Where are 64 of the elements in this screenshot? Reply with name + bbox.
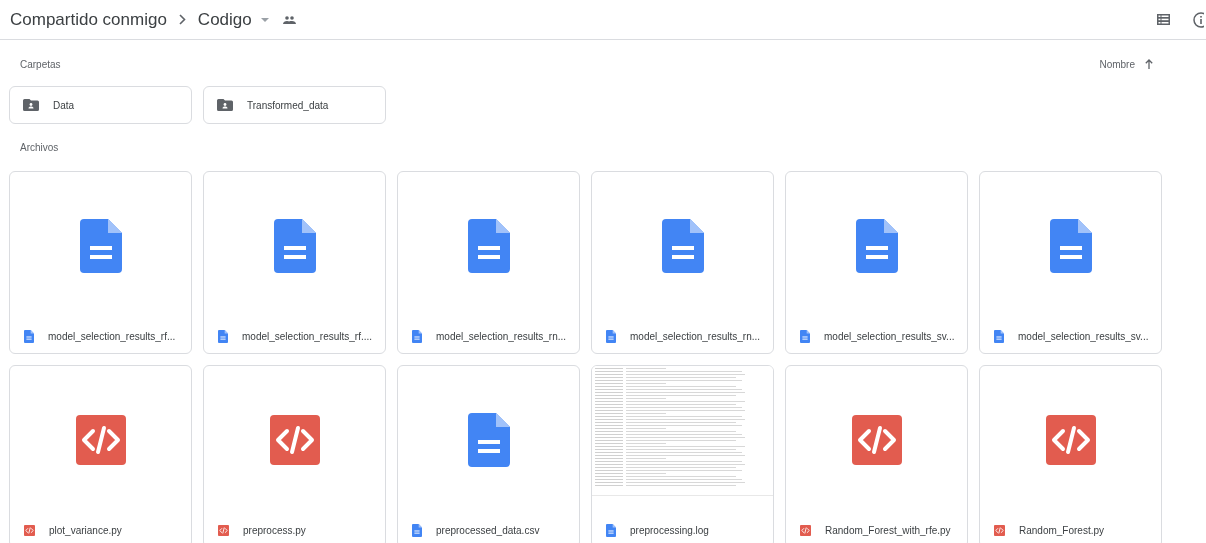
file-card[interactable]: plot_variance.py xyxy=(9,365,192,543)
document-icon xyxy=(855,218,898,273)
document-icon xyxy=(994,329,1004,343)
document-icon xyxy=(800,329,810,343)
document-icon xyxy=(606,523,616,537)
document-icon xyxy=(1049,218,1092,273)
folder-card[interactable]: Transformed_data xyxy=(203,86,386,124)
code-icon xyxy=(1045,414,1096,465)
chevron-right-icon xyxy=(178,14,186,25)
file-card[interactable]: preprocessing.log xyxy=(591,365,774,543)
file-name: preprocess.py xyxy=(243,523,306,538)
folder-card[interactable]: Data xyxy=(9,86,192,124)
sort-button[interactable]: Nombre xyxy=(1099,56,1162,72)
document-icon xyxy=(412,329,422,343)
file-card[interactable]: model_selection_results_sv... xyxy=(785,171,968,354)
document-icon xyxy=(24,329,34,343)
document-icon xyxy=(661,218,704,273)
file-name: model_selection_results_rf... xyxy=(48,329,176,344)
section-heading: Archivos xyxy=(20,141,59,155)
file-name: model_selection_results_sv... xyxy=(1018,329,1149,344)
file-name: model_selection_results_rn... xyxy=(436,329,567,344)
arrow-up-icon xyxy=(1145,59,1153,69)
file-name: model_selection_results_rn... xyxy=(630,329,761,344)
info-icon[interactable] xyxy=(1192,11,1204,28)
code-icon xyxy=(218,524,229,536)
code-icon xyxy=(994,524,1005,536)
shared-folder-icon xyxy=(217,99,233,111)
code-icon xyxy=(75,414,126,465)
file-name: plot_variance.py xyxy=(49,523,122,538)
breadcrumb-link[interactable]: Compartido conmigo xyxy=(10,6,167,33)
document-icon xyxy=(79,218,122,273)
document-icon xyxy=(412,523,422,537)
file-name: model_selection_results_sv... xyxy=(824,329,955,344)
folder-name: Transformed_data xyxy=(247,98,329,113)
code-icon xyxy=(800,524,811,536)
file-card[interactable]: preprocessed_data.csv xyxy=(397,365,580,543)
document-icon xyxy=(606,329,616,343)
folder-name: Data xyxy=(53,98,75,113)
file-card[interactable]: model_selection_results_rn... xyxy=(397,171,580,354)
document-icon xyxy=(467,412,510,467)
file-name: preprocessing.log xyxy=(630,523,709,538)
file-name: model_selection_results_rf.... xyxy=(242,329,373,344)
list-view-icon[interactable] xyxy=(1157,14,1170,25)
code-icon xyxy=(851,414,902,465)
code-icon xyxy=(24,524,35,536)
file-card[interactable]: model_selection_results_rf... xyxy=(9,171,192,354)
shared-folder-icon xyxy=(23,99,39,111)
file-card[interactable]: preprocess.py xyxy=(203,365,386,543)
section-heading: Carpetas xyxy=(20,57,61,72)
document-icon xyxy=(273,218,316,273)
file-name: preprocessed_data.csv xyxy=(436,523,540,538)
file-card[interactable]: model_selection_results_rf.... xyxy=(203,171,386,354)
caret-down-icon[interactable] xyxy=(260,17,269,22)
people-icon xyxy=(282,15,296,24)
file-card[interactable]: model_selection_results_sv... xyxy=(979,171,1162,354)
file-card[interactable]: Random_Forest.py xyxy=(979,365,1162,543)
document-icon xyxy=(218,329,228,343)
file-card[interactable]: Random_Forest_with_rfe.py xyxy=(785,365,968,543)
file-name: Random_Forest.py xyxy=(1019,523,1105,538)
document-icon xyxy=(467,218,510,273)
file-card[interactable]: model_selection_results_rn... xyxy=(591,171,774,354)
current-folder-title[interactable]: Codigo xyxy=(197,6,252,33)
file-name: Random_Forest_with_rfe.py xyxy=(825,523,951,538)
code-icon xyxy=(269,414,320,465)
